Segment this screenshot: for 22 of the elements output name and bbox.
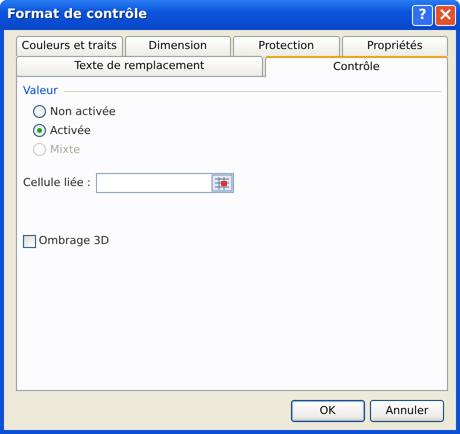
tab[interactable]: Texte de remplacement	[16, 56, 263, 76]
group-title: Valeur	[23, 83, 58, 99]
dialog-button[interactable]: Annuler	[370, 400, 444, 422]
radio-button[interactable]	[33, 124, 46, 138]
linked-cell-field[interactable]	[96, 173, 234, 194]
radio-label: Activée	[50, 122, 91, 138]
field-label: Cellule liée :	[23, 175, 91, 191]
window-title: Format de contrôle	[7, 6, 148, 24]
radio-label: Non activée	[50, 104, 116, 120]
checkbox-label: Ombrage 3D	[38, 233, 110, 250]
tab[interactable]: Couleurs et traits	[16, 36, 122, 56]
checkbox[interactable]	[23, 235, 36, 248]
range-select-icon[interactable]	[211, 174, 234, 192]
dialog-button[interactable]: OK	[290, 400, 364, 422]
tab[interactable]: Contrôle	[264, 56, 448, 77]
radio-button[interactable]	[33, 105, 46, 118]
radio-label: Mixte	[50, 142, 80, 158]
tab[interactable]: Protection	[233, 36, 340, 56]
tab[interactable]: Dimension	[124, 36, 231, 56]
help-button[interactable]: ?	[412, 4, 433, 26]
tab[interactable]: Propriétés	[342, 36, 448, 56]
close-button[interactable]: ×	[435, 4, 456, 26]
